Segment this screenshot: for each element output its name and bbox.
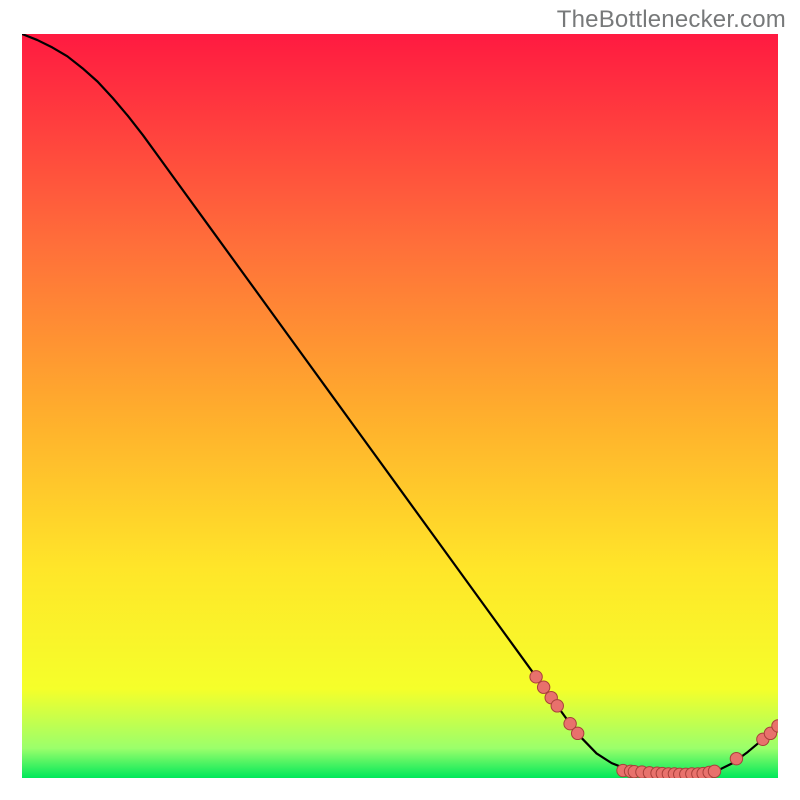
chart-svg [22,34,778,778]
curve-marker [571,727,583,739]
curve-marker [530,671,542,683]
chart-stage: TheBottlenecker.com [0,0,800,800]
watermark-text: TheBottlenecker.com [557,6,786,34]
curve-marker [708,765,720,777]
plot-area [22,34,778,778]
gradient-background [22,34,778,778]
curve-marker [537,681,549,693]
curve-marker [730,752,742,764]
curve-marker [551,700,563,712]
